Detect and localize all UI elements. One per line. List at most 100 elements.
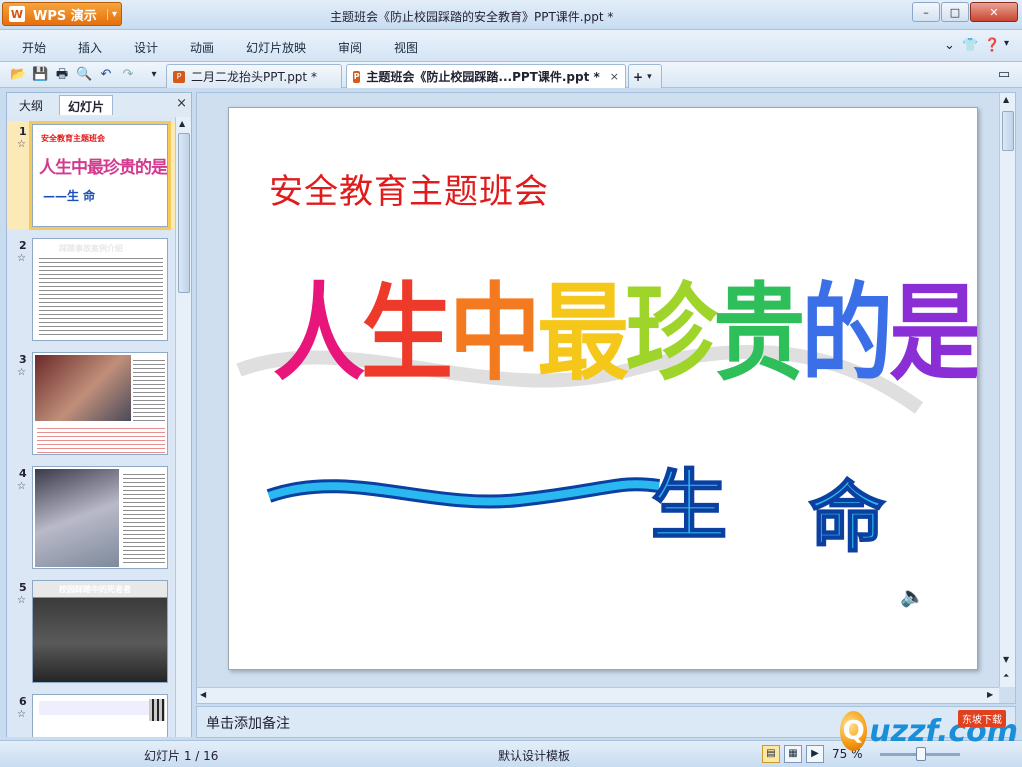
undo-icon[interactable]: ↶ — [98, 67, 114, 83]
new-tab-button[interactable]: + ▾ — [628, 64, 662, 88]
window-title: 主题班会《防止校园踩踏的安全教育》PPT课件.ppt * — [330, 10, 614, 24]
dropdown-arrow-icon: ▾ — [106, 8, 117, 20]
slide-counter: 幻灯片 1 / 16 — [144, 749, 219, 763]
thumb-photo — [35, 355, 131, 421]
slide-thumbnail-4[interactable] — [32, 466, 168, 569]
star-icon: ☆ — [17, 481, 26, 492]
thumb-text-lines — [39, 255, 163, 337]
thumbnail-row[interactable]: 5 ☆ 校园踩踏中的死者者 — [7, 577, 175, 685]
big-char-2: 生 — [361, 272, 453, 396]
tab-slides[interactable]: 幻灯片 — [59, 95, 114, 115]
design-template[interactable]: 默认设计模板 — [498, 747, 570, 764]
scrollbar-thumb[interactable] — [1002, 111, 1014, 151]
star-icon: ☆ — [17, 367, 26, 378]
slideshow-view-icon[interactable]: ▶ — [806, 745, 824, 763]
thumb-text-lines — [37, 425, 165, 453]
app-name: WPS 演示 — [33, 8, 97, 24]
thumb-title-bar — [39, 701, 149, 715]
watermark-tag: 东坡下载 — [958, 710, 1006, 727]
slide-thumbnail-2[interactable]: 踩踏事故案例介绍 — [32, 238, 168, 341]
scroll-up-icon[interactable]: ▲ — [1003, 95, 1009, 104]
help-icon[interactable]: ❓ — [984, 38, 1000, 53]
slide-number: 2 — [19, 239, 27, 252]
print-icon[interactable]: 🖶 — [54, 67, 70, 83]
skin-shirt-icon[interactable]: 👕 — [962, 38, 978, 53]
star-icon: ☆ — [17, 595, 26, 606]
close-button[interactable]: ✕ — [970, 2, 1018, 22]
maximize-button[interactable]: □ — [941, 2, 969, 22]
thumbnail-row[interactable]: 3 ☆ — [7, 349, 175, 457]
life-char-2[interactable]: 命 — [808, 456, 886, 566]
print-preview-icon[interactable]: 🔍 — [76, 67, 92, 83]
slide-number: 5 — [19, 581, 27, 594]
prev-slide-icon[interactable]: ⏶ — [1003, 671, 1009, 681]
slide-number: 3 — [19, 353, 27, 366]
speaker-sound-icon[interactable]: 🔈 — [900, 584, 925, 608]
redo-icon[interactable]: ↷ — [120, 67, 136, 83]
slide-thumbnail-1[interactable]: 安全教育主题班会 人生中最珍贵的是 ——生 命 — [29, 121, 171, 230]
scrollbar-thumb[interactable] — [178, 133, 190, 293]
tab-outline[interactable]: 大纲 — [11, 95, 51, 115]
menu-item-animation[interactable]: 动画 — [190, 39, 214, 56]
plus-icon: + — [633, 69, 644, 84]
scroll-left-icon[interactable]: ◀ — [200, 690, 206, 699]
scroll-down-icon[interactable]: ▼ — [1003, 655, 1009, 664]
slide-number: 6 — [19, 695, 27, 708]
slide-thumbnail-6[interactable] — [32, 694, 168, 737]
thumb-photo — [33, 581, 167, 682]
wps-logo-icon: W — [9, 6, 25, 22]
thumb-text-lines — [123, 471, 165, 565]
big-char-4: 最 — [537, 272, 629, 396]
thumbnail-row[interactable]: 1 ☆ 安全教育主题班会 人生中最珍贵的是 ——生 命 — [7, 121, 175, 230]
thumbnail-row[interactable]: 4 ☆ — [7, 463, 175, 571]
menu-item-slideshow[interactable]: 幻灯片放映 — [246, 39, 306, 56]
ppt-file-icon: P — [353, 70, 361, 83]
editor-vertical-scrollbar[interactable]: ▲ ▼ ⏶ — [999, 93, 1015, 687]
menu-item-view[interactable]: 视图 — [394, 39, 418, 56]
help-dropdown-icon[interactable]: ▾ — [1004, 38, 1009, 49]
menu-item-insert[interactable]: 插入 — [78, 39, 102, 56]
quick-toolbar: 📂 💾 🖶 🔍 ↶ ↷ ▾ P 二月二龙抬头PPT.ppt * P 主题班会《防… — [0, 62, 1022, 88]
slide-canvas[interactable]: 安全教育主题班会 人生中最珍贵的是 生 命 🔈 — [228, 107, 978, 670]
window-layout-icon[interactable]: ▭ — [996, 67, 1012, 83]
slide-editor: 安全教育主题班会 人生中最珍贵的是 生 命 🔈 ▲ ▼ ⏶ ◀ ▶ — [196, 92, 1016, 704]
menu-item-design[interactable]: 设计 — [134, 39, 158, 56]
save-icon[interactable]: 💾 — [32, 67, 48, 83]
slide-number: 1 — [19, 125, 27, 138]
slide-thumbnails: 1 ☆ 安全教育主题班会 人生中最珍贵的是 ——生 命 2 ☆ 踩踏事故案例介绍… — [7, 117, 175, 737]
open-folder-icon[interactable]: 📂 — [10, 67, 26, 83]
editor-horizontal-scrollbar[interactable]: ◀ ▶ — [197, 687, 999, 703]
close-panel-icon[interactable]: × — [176, 96, 187, 111]
thumb-title: 校园踩踏中的死者者 — [59, 585, 131, 594]
slide-main-title[interactable]: 人生中最珍贵的是 — [273, 258, 977, 395]
doc-tab-label: 主题班会《防止校园踩踏...PPT课件.ppt * — [366, 70, 600, 84]
scroll-up-icon[interactable]: ▲ — [179, 119, 185, 128]
thumb-text-lines — [133, 357, 165, 421]
slide-sorter-icon[interactable]: ▦ — [784, 745, 802, 763]
star-icon: ☆ — [17, 709, 26, 720]
customize-toolbar-icon[interactable]: ▾ — [146, 67, 162, 83]
close-tab-icon[interactable]: × — [610, 70, 619, 83]
watermark-logo-icon: Q — [840, 711, 868, 751]
dropdown-arrow-icon: ▾ — [647, 71, 652, 82]
collapse-ribbon-icon[interactable]: ⌄ — [944, 38, 955, 53]
scroll-right-icon[interactable]: ▶ — [987, 690, 993, 699]
thumb-title: 踩踏事故案例介绍 — [59, 244, 123, 253]
thumb-photo — [35, 469, 119, 567]
normal-view-icon[interactable]: ▤ — [762, 745, 780, 763]
doc-tab-1[interactable]: P 二月二龙抬头PPT.ppt * — [166, 64, 342, 88]
menu-item-home[interactable]: 开始 — [22, 39, 46, 56]
app-menu-button[interactable]: W WPS 演示 ▾ — [2, 2, 122, 26]
notes-placeholder: 单击添加备注 — [206, 716, 290, 732]
life-char-1[interactable]: 生 — [650, 444, 728, 554]
slide-thumbnail-3[interactable] — [32, 352, 168, 455]
thumb-big-text: 人生中最珍贵的是 — [39, 158, 167, 178]
thumbnail-row[interactable]: 6 ☆ — [7, 691, 175, 737]
menu-item-review[interactable]: 审阅 — [338, 39, 362, 56]
minimize-button[interactable]: – — [912, 2, 940, 22]
doc-tab-2[interactable]: P 主题班会《防止校园踩踏...PPT课件.ppt * × — [346, 64, 626, 88]
thumbnail-row[interactable]: 2 ☆ 踩踏事故案例介绍 — [7, 235, 175, 343]
thumbnails-scrollbar[interactable]: ▲ — [175, 117, 191, 737]
slide-thumbnail-5[interactable]: 校园踩踏中的死者者 — [32, 580, 168, 683]
star-icon: ☆ — [17, 139, 26, 150]
